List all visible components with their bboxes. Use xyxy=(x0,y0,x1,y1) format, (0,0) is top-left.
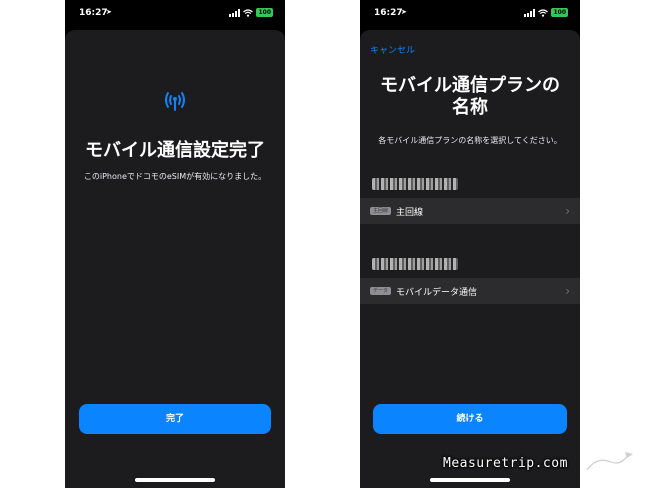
page-title: モバイル通信プランの 名称 xyxy=(368,75,572,119)
battery-icon: 100 xyxy=(256,8,273,17)
modal-sheet: キャンセル モバイル通信プランの 名称 各モバイル通信プランの名称を選択してくだ… xyxy=(360,30,580,488)
status-time: 16:27 xyxy=(79,8,108,18)
modal-sheet: モバイル通信設定完了 このiPhoneでドコモのeSIMが有効になりました。 完… xyxy=(65,30,285,488)
page-title-line-2: 名称 xyxy=(452,97,488,118)
home-indicator[interactable] xyxy=(430,478,510,482)
airplane-swoosh-icon xyxy=(586,452,633,471)
plan-row-primary[interactable]: 主回線 主回線 › xyxy=(360,198,580,224)
antenna-icon xyxy=(165,92,185,111)
plan-label: 主回線 xyxy=(396,207,424,218)
home-indicator[interactable] xyxy=(135,478,215,482)
page-title: モバイル通信設定完了 xyxy=(85,140,265,161)
page-title-line-1: モバイル通信プランの xyxy=(380,75,560,96)
plan-badge: データ xyxy=(370,287,392,295)
status-bar: 16:27 ➤ 100 xyxy=(65,0,285,28)
status-bar: 16:27 ➤ 100 xyxy=(360,0,580,28)
wifi-icon xyxy=(243,8,254,17)
chevron-right-icon: › xyxy=(565,204,570,218)
battery-icon: 100 xyxy=(551,8,568,17)
watermark-text: Measuretrip.com xyxy=(443,456,568,471)
phone-screen-plan-labels: 16:27 ➤ 100 キャンセル モバイル通信プランの 名称 各モバイル通信プ… xyxy=(360,0,580,488)
plan-row-data[interactable]: データ モバイルデータ通信 › xyxy=(360,278,580,304)
plan-badge: 主回線 xyxy=(370,207,392,215)
status-time: 16:27 xyxy=(374,8,403,18)
phone-screen-esim-complete: 16:27 ➤ 100 モバイル通信設定完了 このiPhoneでドコモのeSIM… xyxy=(65,0,285,488)
plan-label: モバイルデータ通信 xyxy=(396,287,478,298)
wifi-icon xyxy=(538,8,549,17)
chevron-right-icon: › xyxy=(565,284,570,298)
continue-button[interactable]: 続ける xyxy=(373,404,567,434)
redacted-line-header xyxy=(372,258,458,270)
done-button[interactable]: 完了 xyxy=(79,404,271,434)
page-subtitle: このiPhoneでドコモのeSIMが有効になりました。 xyxy=(83,172,267,181)
location-arrow-icon: ➤ xyxy=(401,8,407,16)
redacted-line-header xyxy=(372,178,458,190)
cancel-button[interactable]: キャンセル xyxy=(370,43,415,56)
page-subtitle: 各モバイル通信プランの名称を選択してください。 xyxy=(378,136,562,145)
location-arrow-icon: ➤ xyxy=(106,8,112,16)
cellular-signal-icon xyxy=(524,8,536,17)
cellular-signal-icon xyxy=(229,8,241,17)
